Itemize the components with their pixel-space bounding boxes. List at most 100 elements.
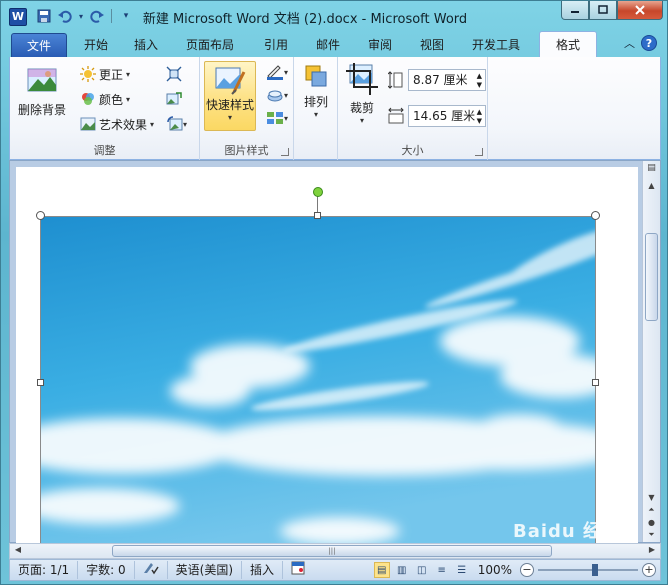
shape-width-input[interactable]: 14.65 厘米 ▲ ▼ [408, 105, 486, 127]
title-bar: W ▾ ▾ 新建 Microsoft Word 文档 (2).docx - Mi… [1, 1, 668, 31]
group-adjust-label: 调整 [93, 144, 116, 157]
full-screen-reading-view-icon[interactable]: ▥ [394, 562, 410, 578]
shape-height-input[interactable]: 8.87 厘米 ▲ ▼ [408, 69, 486, 91]
draft-view-icon[interactable]: ☰ [454, 562, 470, 578]
zoom-slider-knob[interactable] [592, 564, 598, 576]
color-icon [82, 93, 94, 105]
selected-picture[interactable] [40, 216, 596, 544]
macro-record-status[interactable] [283, 561, 313, 579]
width-spinner-icon[interactable]: ▲ ▼ [477, 106, 482, 126]
shape-width-control: 14.65 厘米 ▲ ▼ [388, 105, 486, 127]
tab-mailings[interactable]: 邮件 [305, 33, 351, 57]
corrections-label: 更正 [99, 67, 124, 82]
artistic-effects-label: 艺术效果 [99, 117, 148, 132]
color-button[interactable]: 颜色 ▾ [80, 88, 130, 110]
resize-handle-right[interactable] [592, 379, 599, 386]
tab-developer[interactable]: 开发工具 [461, 33, 531, 57]
picture-border-icon [266, 65, 283, 80]
change-picture-icon [166, 92, 182, 105]
color-label: 颜色 [99, 92, 124, 107]
rotate-handle[interactable] [313, 187, 323, 197]
quick-styles-icon [215, 67, 246, 95]
artistic-effects-icon [80, 117, 96, 131]
vertical-scroll-thumb[interactable] [645, 233, 658, 321]
chevron-down-icon: ▾ [283, 67, 288, 77]
group-arrange: 排列 ▾ [294, 57, 338, 160]
arrange-button[interactable]: 排列 ▾ [298, 63, 334, 119]
outline-view-icon[interactable]: ≡ [434, 562, 450, 578]
horizontal-scroll-thumb[interactable]: ||| [112, 545, 552, 557]
arrange-label: 排列 [303, 95, 328, 109]
chevron-down-icon: ▾ [126, 69, 131, 79]
minimize-button[interactable] [561, 1, 589, 20]
browse-controls: ▼ ⏶ ● ⏷ [645, 493, 658, 540]
select-browse-object-icon[interactable]: ● [648, 518, 655, 527]
height-icon [388, 71, 403, 89]
vertical-scrollbar[interactable]: ▤ ▲ ▼ ⏶ ● ⏷ [642, 161, 660, 542]
status-bar: 页面: 1/1 字数: 0 英语(美国) 插入 ▤ ▥ ◫ ≡ ☰ 100% −… [9, 559, 661, 581]
picture-effects-button[interactable]: ▾ [262, 84, 292, 106]
print-layout-view-icon[interactable]: ▤ [373, 562, 390, 578]
minimize-ribbon-icon[interactable]: ︿ [624, 35, 635, 51]
change-picture-button[interactable] [162, 88, 186, 110]
previous-page-icon[interactable]: ⏶ [648, 505, 654, 515]
scroll-up-icon[interactable]: ▲ [645, 181, 658, 195]
remove-background-label: 删除背景 [17, 103, 66, 117]
next-page-icon[interactable]: ⏷ [648, 530, 654, 540]
compress-pictures-icon [166, 66, 182, 82]
arrange-icon [305, 65, 327, 87]
maximize-button[interactable] [589, 1, 617, 20]
picture-effects-icon [267, 90, 283, 102]
language-status[interactable]: 英语(美国) [168, 561, 243, 579]
compress-pictures-button[interactable] [162, 63, 186, 85]
resize-handle-left[interactable] [37, 379, 44, 386]
ruler-toggle-icon[interactable]: ▤ [645, 163, 658, 177]
picture-border-button[interactable]: ▾ [262, 61, 292, 83]
tab-format[interactable]: 格式 [539, 31, 597, 57]
close-button[interactable] [617, 1, 663, 20]
web-layout-view-icon[interactable]: ◫ [414, 562, 430, 578]
shape-width-value: 14.65 厘米 [413, 109, 476, 123]
zoom-level[interactable]: 100% [478, 563, 512, 577]
tab-view[interactable]: 视图 [409, 33, 455, 57]
quick-styles-button[interactable]: 快速样式 ▾ [204, 61, 256, 131]
chevron-down-icon: ▾ [283, 113, 288, 123]
reset-picture-button[interactable]: ▾ [162, 113, 192, 135]
resize-handle-top-right[interactable] [591, 211, 600, 220]
resize-handle-top-left[interactable] [36, 211, 45, 220]
page-count[interactable]: 页面: 1/1 [10, 561, 79, 579]
remove-background-button[interactable]: 删除背景 [16, 65, 68, 118]
group-picture-styles-label: 图片样式 [224, 144, 269, 157]
picture-layout-button[interactable]: ▾ [262, 107, 292, 129]
ribbon: 删除背景 更正 ▾ 颜色 ▾ 艺术效果 ▾ ▾ 调整 快速样式 ▾ ▾ ▾ ▾ … [9, 57, 661, 160]
scroll-right-icon[interactable]: ▶ [646, 545, 658, 557]
zoom-in-icon[interactable]: + [642, 563, 656, 577]
tab-home[interactable]: 开始 [73, 33, 119, 57]
zoom-slider[interactable] [538, 564, 638, 576]
help-icon[interactable]: ? [641, 35, 657, 51]
resize-handle-top[interactable] [314, 212, 321, 219]
insert-mode-status[interactable]: 插入 [242, 561, 284, 579]
chevron-down-icon: ▾ [182, 119, 187, 129]
document-page[interactable] [16, 167, 638, 544]
proofing-icon [143, 563, 159, 575]
zoom-out-icon[interactable]: − [520, 563, 534, 577]
dialog-launcher-icon[interactable] [475, 148, 483, 156]
tab-page-layout[interactable]: 页面布局 [175, 33, 245, 57]
scroll-down-icon[interactable]: ▼ [648, 493, 654, 502]
dialog-launcher-icon[interactable] [281, 148, 289, 156]
word-count[interactable]: 字数: 0 [78, 561, 135, 579]
artistic-effects-button[interactable]: 艺术效果 ▾ [80, 113, 154, 135]
scroll-left-icon[interactable]: ◀ [12, 545, 24, 557]
width-icon [388, 107, 404, 124]
tab-references[interactable]: 引用 [253, 33, 299, 57]
tab-file[interactable]: 文件 [11, 33, 67, 57]
proofing-status[interactable] [135, 561, 168, 579]
chevron-down-icon: ▾ [313, 110, 318, 119]
crop-button[interactable]: 裁剪 ▾ [342, 63, 382, 125]
horizontal-scrollbar[interactable]: ◀ ||| ▶ [9, 543, 661, 559]
height-spinner-icon[interactable]: ▲ ▼ [477, 70, 482, 90]
corrections-button[interactable]: 更正 ▾ [80, 63, 130, 85]
tab-review[interactable]: 审阅 [357, 33, 403, 57]
tab-insert[interactable]: 插入 [123, 33, 169, 57]
